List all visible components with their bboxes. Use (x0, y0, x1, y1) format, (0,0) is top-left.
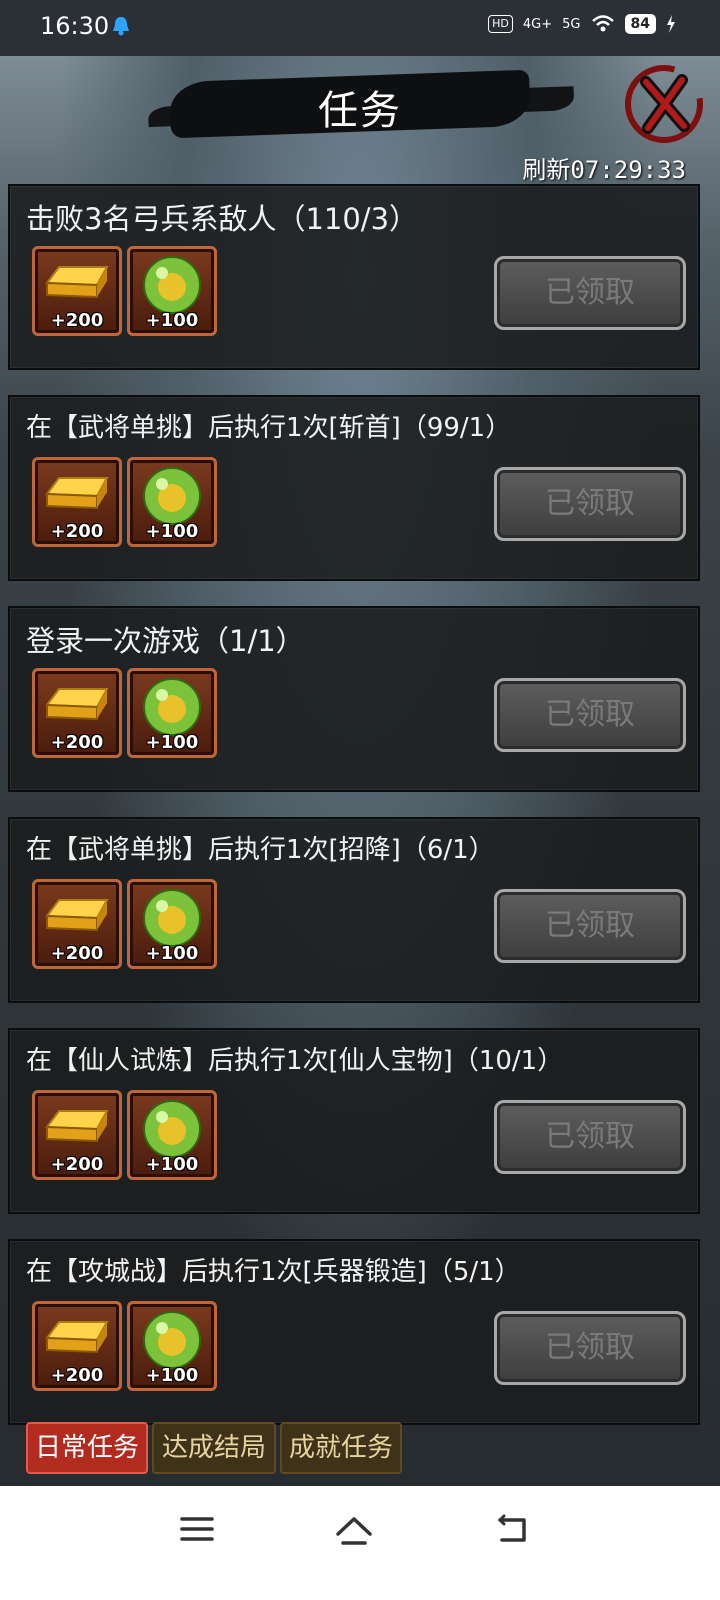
reward-gold[interactable]: +200 (32, 879, 122, 969)
back-icon[interactable] (494, 1514, 530, 1546)
refresh-timer: 刷新07:29:33 (522, 156, 686, 184)
task-title: 在【武将单挑】后执行1次[招降]（6/1） (26, 835, 495, 865)
reward-orb[interactable]: +100 (127, 879, 217, 969)
task-row: 在【攻城战】后执行1次[兵器锻造]（5/1） +200 +100 已领取 (8, 1239, 700, 1425)
charging-icon (667, 15, 675, 33)
task-title: 在【攻城战】后执行1次[兵器锻造]（5/1） (26, 1257, 521, 1287)
reward-orb[interactable]: +100 (127, 1090, 217, 1180)
reward-amount: +100 (145, 943, 199, 964)
reward-gold[interactable]: +200 (32, 457, 122, 547)
reward-amount: +100 (145, 1365, 199, 1386)
reward-orb[interactable]: +100 (127, 1301, 217, 1391)
claimed-button[interactable]: 已领取 (494, 1311, 686, 1385)
green-orb-icon (143, 256, 201, 314)
task-title: 击败3名弓兵系敌人（110/3） (26, 202, 419, 236)
task-row: 在【武将单挑】后执行1次[招降]（6/1） +200 +100 已领取 (8, 817, 700, 1003)
wifi-icon (591, 15, 614, 32)
reward-amount: +200 (50, 943, 104, 964)
task-list: 击败3名弓兵系敌人（110/3） +200 +100 已领取 在【武将单挑】后执… (8, 184, 700, 1450)
reward-amount: +100 (145, 310, 199, 331)
task-row: 登录一次游戏（1/1） +200 +100 已领取 (8, 606, 700, 792)
tab-achievement-tasks[interactable]: 成就任务 (280, 1422, 402, 1474)
claimed-button[interactable]: 已领取 (494, 678, 686, 752)
reward-gold[interactable]: +200 (32, 668, 122, 758)
status-icons: HD 4G+ 5G 84 (488, 14, 676, 34)
reward-amount: +100 (145, 732, 199, 753)
reward-orb[interactable]: +100 (127, 457, 217, 547)
tab-daily-tasks[interactable]: 日常任务 (26, 1422, 148, 1474)
page-title: 任务 (318, 88, 402, 134)
gold-bar-icon (45, 899, 109, 932)
close-icon[interactable] (622, 62, 706, 146)
reward-amount: +100 (145, 521, 199, 542)
system-nav-bar (0, 1486, 720, 1600)
gold-bar-icon (45, 688, 109, 721)
reward-amount: +200 (50, 1365, 104, 1386)
signal-5g-icon: 5G (562, 16, 581, 32)
gold-bar-icon (45, 266, 109, 299)
battery-level: 84 (624, 14, 656, 34)
gold-bar-icon (45, 1110, 109, 1143)
notification-bell-icon (113, 17, 129, 36)
claimed-button[interactable]: 已领取 (494, 467, 686, 541)
reward-amount: +200 (50, 1154, 104, 1175)
green-orb-icon (143, 678, 201, 736)
green-orb-icon (143, 1100, 201, 1158)
tab-achieved-endings[interactable]: 达成结局 (152, 1422, 276, 1474)
reward-amount: +200 (50, 310, 104, 331)
reward-gold[interactable]: +200 (32, 1301, 122, 1391)
reward-orb[interactable]: +100 (127, 246, 217, 336)
reward-amount: +200 (50, 732, 104, 753)
task-title: 在【武将单挑】后执行1次[斩首]（99/1） (26, 413, 512, 443)
status-bar: 16:30 HD 4G+ 5G 84 (0, 0, 720, 56)
signal-4g-icon: 4G+ (522, 16, 553, 32)
gold-bar-icon (45, 477, 109, 510)
claimed-button[interactable]: 已领取 (494, 256, 686, 330)
claimed-button[interactable]: 已领取 (494, 889, 686, 963)
reward-gold[interactable]: +200 (32, 246, 122, 336)
green-orb-icon (143, 889, 201, 947)
home-icon[interactable] (334, 1514, 374, 1548)
hd-indicator: HD (488, 15, 513, 33)
reward-orb[interactable]: +100 (127, 668, 217, 758)
reward-amount: +100 (145, 1154, 199, 1175)
status-time: 16:30 (40, 12, 110, 40)
task-title: 登录一次游戏（1/1） (26, 624, 305, 658)
green-orb-icon (143, 1311, 201, 1369)
task-row: 在【仙人试炼】后执行1次[仙人宝物]（10/1） +200 +100 已领取 (8, 1028, 700, 1214)
reward-gold[interactable]: +200 (32, 1090, 122, 1180)
claimed-button[interactable]: 已领取 (494, 1100, 686, 1174)
task-row: 击败3名弓兵系敌人（110/3） +200 +100 已领取 (8, 184, 700, 370)
green-orb-icon (143, 467, 201, 525)
reward-amount: +200 (50, 521, 104, 542)
gold-bar-icon (45, 1321, 109, 1354)
task-row: 在【武将单挑】后执行1次[斩首]（99/1） +200 +100 已领取 (8, 395, 700, 581)
task-title: 在【仙人试炼】后执行1次[仙人宝物]（10/1） (26, 1046, 564, 1076)
menu-icon[interactable] (180, 1514, 214, 1544)
